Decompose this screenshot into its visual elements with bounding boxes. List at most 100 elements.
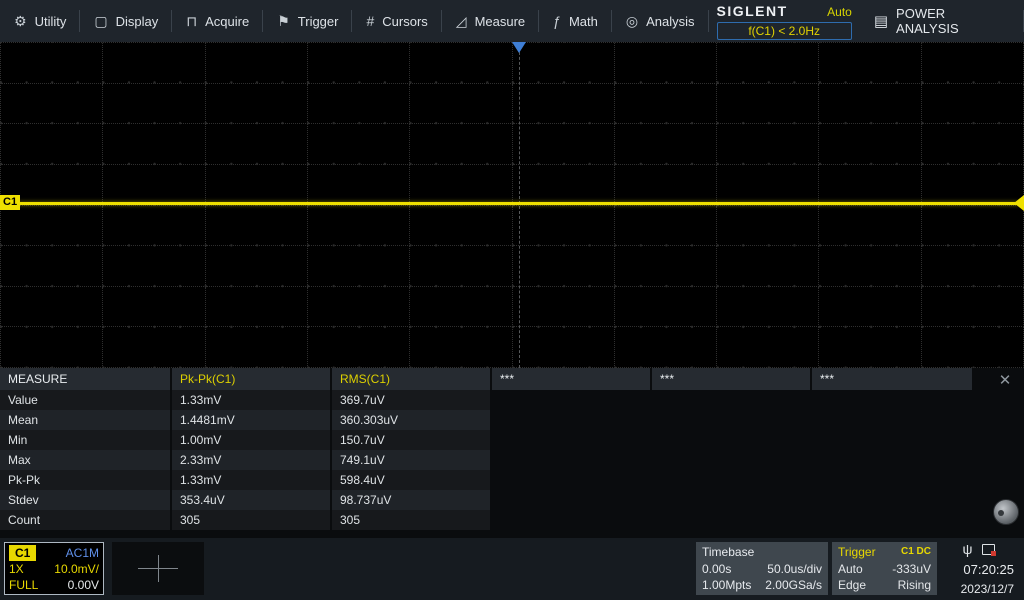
channel1-badge: C1 [9, 545, 36, 561]
acquire-icon: ⊓ [186, 13, 197, 30]
table-row: Min 1.00mV 150.7uV [0, 430, 1024, 450]
power-analysis-icon: ▤ [874, 12, 888, 30]
menu-item-power-analysis[interactable]: ▤ POWER ANALYSIS [860, 0, 1024, 42]
row-value: 360.303uV [332, 410, 490, 430]
row-value: 1.33mV [172, 390, 330, 410]
add-channel-descriptor[interactable] [112, 542, 204, 595]
bottom-bar: C1 AC1M 1X 10.0mV/ FULL 0.00V Timeba [0, 538, 1024, 600]
trigger-label: Trigger [838, 544, 876, 560]
channel1-descriptor[interactable]: C1 AC1M 1X 10.0mV/ FULL 0.00V [4, 542, 104, 595]
measure-col-pkpk[interactable]: Pk-Pk(C1) [172, 368, 330, 390]
menu-item-measure[interactable]: ◿ Measure [442, 0, 539, 42]
top-menu-bar: ⚙ Utility ▢ Display ⊓ Acquire ⚑ Trigger … [0, 0, 1024, 42]
menu-label: POWER ANALYSIS [896, 6, 1010, 36]
measurement-header-row: MEASURE Pk-Pk(C1) RMS(C1) *** *** *** [0, 368, 1024, 390]
channel1-offset: 0.00V [68, 577, 99, 593]
row-value: 598.4uV [332, 470, 490, 490]
row-label: Max [0, 450, 170, 470]
measure-icon: ◿ [456, 13, 467, 30]
row-value: 1.33mV [172, 470, 330, 490]
trigger-mode: Auto [838, 561, 863, 577]
row-value: 1.00mV [172, 430, 330, 450]
row-value: 1.4481mV [172, 410, 330, 430]
channel1-bandwidth: FULL [9, 577, 38, 593]
menu-label: Display [116, 14, 159, 29]
status-cluster: ψ 07:20:25 2023/12/7 [938, 540, 1020, 598]
row-label: Value [0, 390, 170, 410]
menu-label: Trigger [298, 14, 339, 29]
siglent-logo: SIGLENT [717, 3, 788, 19]
row-value: 369.7uV [332, 390, 490, 410]
clock-time: 07:20:25 [963, 562, 1014, 577]
table-row: Max 2.33mV 749.1uV [0, 450, 1024, 470]
row-value: 353.4uV [172, 490, 330, 510]
row-label: Min [0, 430, 170, 450]
timebase-delay: 0.00s [702, 561, 731, 577]
table-row: Count 305 305 [0, 510, 1024, 530]
row-label: Count [0, 510, 170, 530]
row-label: Mean [0, 410, 170, 430]
menu-item-math[interactable]: ƒ Math [539, 0, 612, 42]
trigger-delay-marker[interactable] [512, 42, 526, 53]
graticule [0, 42, 1024, 368]
menu-label: Math [569, 14, 598, 29]
acquisition-status-badge: Auto [827, 5, 852, 19]
menu-label: Measure [475, 14, 526, 29]
display-icon: ▢ [94, 13, 107, 30]
measure-title: MEASURE [0, 368, 170, 390]
channel1-offset-marker[interactable]: C1 [0, 195, 20, 210]
table-row: Pk-Pk 1.33mV 598.4uV [0, 470, 1024, 490]
menu-item-utility[interactable]: ⚙ Utility [0, 0, 80, 42]
menu-item-display[interactable]: ▢ Display [80, 0, 172, 42]
oscilloscope-screen: ⚙ Utility ▢ Display ⊓ Acquire ⚑ Trigger … [0, 0, 1024, 600]
channel1-attenuation: 1X [9, 561, 24, 577]
table-row: Value 1.33mV 369.7uV [0, 390, 1024, 410]
trigger-level-marker[interactable] [1014, 195, 1024, 211]
trigger-descriptor[interactable]: Trigger C1 DC Auto -333uV Edge Rising [832, 542, 937, 595]
timebase-label: Timebase [702, 544, 754, 560]
menu-item-cursors[interactable]: # Cursors [352, 0, 441, 42]
menu-label: Acquire [205, 14, 249, 29]
menu-item-analysis[interactable]: ◎ Analysis [612, 0, 709, 42]
channel1-coupling: AC1M [66, 545, 99, 561]
close-icon[interactable]: ✕ [992, 371, 1018, 389]
brand-block: SIGLENT Auto f(C1) < 2.0Hz [709, 0, 860, 42]
measure-col-empty-3[interactable]: *** [812, 368, 972, 390]
measurement-panel: MEASURE Pk-Pk(C1) RMS(C1) *** *** *** Va… [0, 368, 1024, 538]
menu-item-trigger[interactable]: ⚑ Trigger [263, 0, 352, 42]
row-value: 749.1uV [332, 450, 490, 470]
timebase-rate: 2.00GSa/s [765, 577, 822, 593]
menu-label: Utility [35, 14, 67, 29]
table-row: Mean 1.4481mV 360.303uV [0, 410, 1024, 430]
cursors-icon: # [366, 13, 374, 29]
row-label: Stdev [0, 490, 170, 510]
trigger-frequency-readout: f(C1) < 2.0Hz [717, 22, 852, 40]
center-graticule-line [519, 42, 520, 368]
trigger-level: -333uV [892, 561, 931, 577]
printer-icon[interactable] [982, 544, 995, 555]
gear-icon: ⚙ [14, 13, 27, 30]
row-value: 150.7uV [332, 430, 490, 450]
trigger-source: C1 DC [901, 544, 931, 560]
analysis-icon: ◎ [626, 13, 638, 30]
knob-indicator[interactable] [993, 499, 1019, 525]
menu-label: Cursors [382, 14, 428, 29]
timebase-descriptor[interactable]: Timebase 0.00s 50.0us/div 1.00Mpts 2.00G… [696, 542, 828, 595]
measure-col-empty-2[interactable]: *** [652, 368, 810, 390]
channel1-scale: 10.0mV/ [54, 561, 99, 577]
timebase-scale: 50.0us/div [767, 561, 822, 577]
menu-item-acquire[interactable]: ⊓ Acquire [172, 0, 263, 42]
row-value: 98.737uV [332, 490, 490, 510]
row-value: 2.33mV [172, 450, 330, 470]
timebase-points: 1.00Mpts [702, 577, 751, 593]
waveform-display[interactable]: C1 [0, 42, 1024, 368]
channel1-trace [0, 202, 1019, 205]
usb-icon[interactable]: ψ [963, 542, 973, 556]
row-label: Pk-Pk [0, 470, 170, 490]
measure-col-empty-1[interactable]: *** [492, 368, 650, 390]
plus-icon [158, 555, 159, 582]
measure-col-rms[interactable]: RMS(C1) [332, 368, 490, 390]
menu-label: Analysis [646, 14, 694, 29]
trigger-flag-icon: ⚑ [277, 13, 290, 30]
clock-date: 2023/12/7 [961, 582, 1014, 596]
